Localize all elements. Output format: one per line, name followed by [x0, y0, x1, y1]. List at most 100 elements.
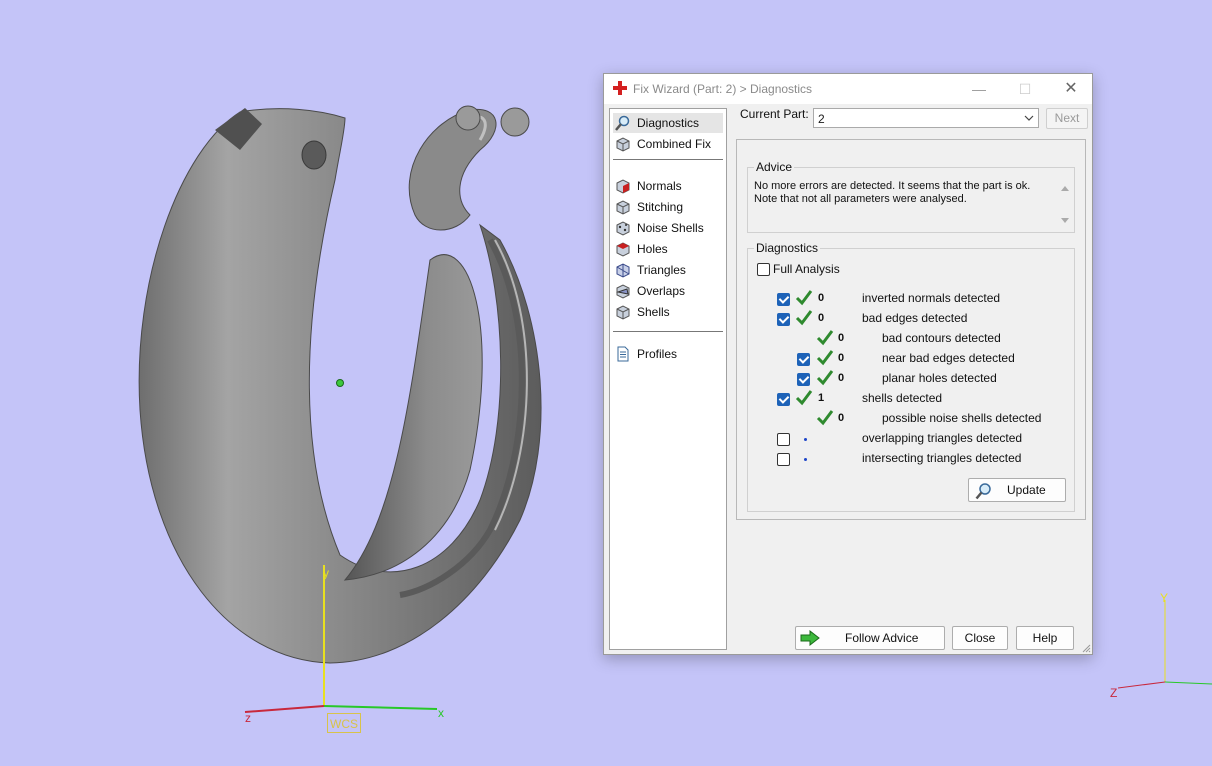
- diagnostics-panel: Advice No more errors are detected. It s…: [736, 139, 1086, 520]
- nav-item-noise-shells[interactable]: Noise Shells: [613, 218, 723, 238]
- check-mark-icon: [816, 370, 834, 386]
- x-axis: [323, 705, 438, 710]
- magnifier-icon: [975, 483, 991, 500]
- nav-item-holes[interactable]: Holes: [613, 239, 723, 259]
- current-part-value: 2: [818, 112, 825, 126]
- stitching-cube-icon: [616, 200, 630, 215]
- advice-scrollbar[interactable]: [1058, 182, 1072, 226]
- follow-advice-label: Follow Advice: [845, 631, 919, 645]
- title-bar[interactable]: Fix Wizard (Part: 2) > Diagnostics — ☐ ✕: [604, 74, 1092, 104]
- red-cross-icon: [613, 81, 627, 95]
- advice-group: Advice No more errors are detected. It s…: [747, 160, 1075, 233]
- z-axis-label: z: [245, 711, 251, 725]
- help-button[interactable]: Help: [1016, 626, 1074, 650]
- check-mark-icon: [795, 310, 813, 326]
- advice-line-2: Note that not all parameters were analys…: [754, 193, 967, 205]
- check-mark-icon: [795, 390, 813, 406]
- diagnostics-group: Diagnostics Full Analysis 0 inverted nor…: [747, 241, 1075, 512]
- full-analysis-checkbox[interactable]: [757, 263, 770, 276]
- bad-edges-label: bad edges detected: [862, 311, 968, 325]
- mini-y-axis-label: Y: [1160, 591, 1169, 605]
- planar-holes-label: planar holes detected: [882, 371, 997, 385]
- noise-shells-label: possible noise shells detected: [882, 411, 1042, 425]
- update-button[interactable]: Update: [968, 478, 1066, 502]
- overlapping-triangles-label: overlapping triangles detected: [862, 431, 1023, 445]
- normals-cube-icon: [616, 179, 630, 194]
- not-analysed-dot-icon: [804, 458, 807, 461]
- scroll-down-icon: [1061, 218, 1069, 223]
- bad-contours-count: 0: [838, 332, 845, 344]
- nav-item-normals[interactable]: Normals: [613, 176, 723, 196]
- advice-title: Advice: [754, 160, 795, 174]
- follow-advice-button[interactable]: Follow Advice: [795, 626, 945, 650]
- advice-text: No more errors are detected. It seems th…: [754, 180, 1050, 228]
- next-button[interactable]: Next: [1046, 108, 1088, 129]
- mini-x-axis: [1164, 681, 1212, 685]
- intersecting-triangles-checkbox[interactable]: [777, 453, 790, 466]
- wcs-label: WCS: [327, 713, 361, 733]
- overlaps-icon: [616, 284, 630, 299]
- close-button[interactable]: Close: [952, 626, 1008, 650]
- minimize-button[interactable]: —: [956, 74, 1002, 104]
- bad-edges-count: 0: [818, 312, 825, 324]
- bad-contours-label: bad contours detected: [882, 331, 1001, 345]
- nav-item-profiles[interactable]: Profiles: [613, 344, 723, 364]
- nav-separator: [613, 159, 723, 160]
- scroll-up-icon: [1061, 186, 1069, 191]
- y-axis-label: y: [323, 566, 329, 580]
- nav-item-overlaps[interactable]: Overlaps: [613, 281, 723, 301]
- shells-checkbox[interactable]: [777, 393, 790, 406]
- inverted-normals-checkbox[interactable]: [777, 293, 790, 306]
- nav-item-triangles[interactable]: Triangles: [613, 260, 723, 280]
- noise-shells-icon: [616, 221, 630, 236]
- maximize-button[interactable]: ☐: [1002, 74, 1048, 104]
- near-bad-edges-label: near bad edges detected: [882, 351, 1015, 365]
- chevron-down-icon: [1024, 115, 1034, 121]
- full-analysis-label: Full Analysis: [773, 262, 840, 276]
- mini-z-axis-label: Z: [1110, 686, 1118, 700]
- cube-icon: [616, 137, 630, 152]
- green-arrow-icon: [800, 630, 820, 646]
- bad-edges-checkbox[interactable]: [777, 313, 790, 326]
- shells-label: shells detected: [862, 391, 943, 405]
- rotation-center-marker: [336, 379, 344, 387]
- shells-icon: [616, 305, 630, 320]
- resize-grip-icon[interactable]: [1081, 643, 1091, 653]
- intersecting-triangles-label: intersecting triangles detected: [862, 451, 1022, 465]
- advice-line-1: No more errors are detected. It seems th…: [754, 180, 1031, 192]
- check-mark-icon: [816, 410, 834, 426]
- mini-z-axis: [1117, 681, 1166, 689]
- nav-item-shells[interactable]: Shells: [613, 302, 723, 322]
- check-mark-icon: [816, 330, 834, 346]
- planar-holes-count: 0: [838, 372, 845, 384]
- nav-item-stitching[interactable]: Stitching: [613, 197, 723, 217]
- nav-item-diagnostics[interactable]: Diagnostics: [613, 113, 723, 133]
- update-label: Update: [1007, 483, 1046, 497]
- current-part-label: Current Part:: [740, 107, 809, 121]
- near-bad-edges-count: 0: [838, 352, 845, 364]
- holes-cube-icon: [616, 242, 630, 257]
- shells-count: 1: [818, 392, 825, 404]
- check-mark-icon: [816, 350, 834, 366]
- current-part-select[interactable]: 2: [813, 108, 1039, 128]
- window-title: Fix Wizard (Part: 2) > Diagnostics: [633, 82, 813, 96]
- noise-shells-count: 0: [838, 412, 845, 424]
- document-icon: [617, 346, 629, 362]
- nav-separator: [613, 331, 723, 332]
- check-mark-icon: [795, 290, 813, 306]
- nav-item-combined-fix[interactable]: Combined Fix: [613, 134, 723, 154]
- triangles-icon: [616, 263, 630, 278]
- not-analysed-dot-icon: [804, 438, 807, 441]
- inverted-normals-label: inverted normals detected: [862, 291, 1001, 305]
- diagnostics-title: Diagnostics: [754, 241, 821, 255]
- inverted-normals-count: 0: [818, 292, 825, 304]
- x-axis-label: x: [438, 706, 444, 720]
- planar-holes-checkbox[interactable]: [797, 373, 810, 386]
- magnifier-icon: [615, 115, 630, 131]
- z-axis: [244, 705, 325, 713]
- wizard-nav: Diagnostics Combined Fix Normals Stitchi…: [609, 108, 727, 650]
- overlapping-triangles-checkbox[interactable]: [777, 433, 790, 446]
- close-window-button[interactable]: ✕: [1048, 74, 1094, 104]
- near-bad-edges-checkbox[interactable]: [797, 353, 810, 366]
- fix-wizard-window: Fix Wizard (Part: 2) > Diagnostics — ☐ ✕…: [603, 73, 1093, 655]
